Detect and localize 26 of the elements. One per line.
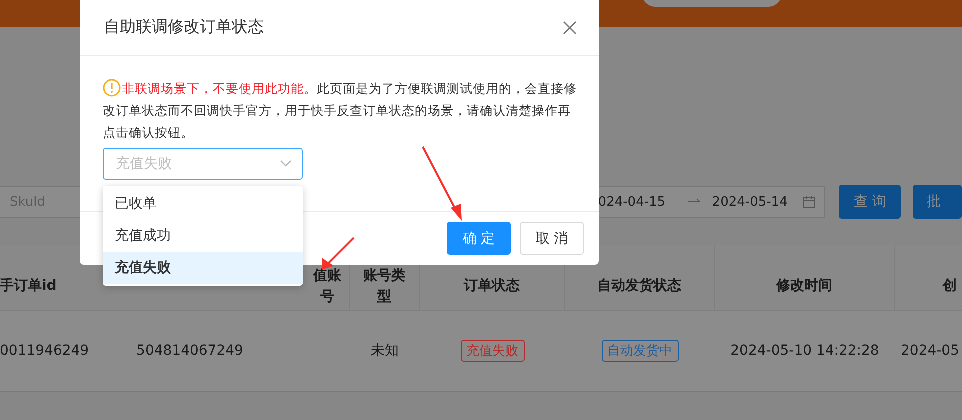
column-header: 账号类型 (362, 266, 406, 306)
column-header: 自动发货状态 (598, 277, 682, 296)
calendar-icon[interactable] (802, 195, 816, 209)
column-header: 创 (943, 277, 957, 296)
table-cell: 0011946249 (0, 343, 90, 359)
column-header: 订单状态 (464, 277, 520, 296)
warning-text: 非联调场景下，不要使用此功能。此页面是为了方便联调测试使用的，会直接修改订单状态而不回调快手官方，用于快手反查订单状态的场景，请确认清楚操作再点击确认按钮。 (103, 78, 577, 142)
cancel-button[interactable]: 取 消 (520, 222, 584, 255)
column-header: 手订单id (0, 277, 57, 296)
confirm-button[interactable]: 确 定 (447, 222, 511, 255)
dropdown-option[interactable]: 充值成功 (103, 220, 303, 252)
status-tag: 自动发货中 (602, 340, 678, 362)
table-cell: 2024-05-10 14:22:28 (730, 343, 880, 359)
table-cell: 2024-05 (901, 343, 960, 359)
close-icon[interactable] (563, 20, 577, 34)
dropdown-option[interactable]: 充值失败 (103, 252, 303, 284)
dialog-title: 自助联调修改订单状态 (104, 17, 264, 38)
annotation-arrow (322, 237, 355, 270)
column-header: 修改时间 (776, 277, 832, 296)
column-header: 值账号 (312, 266, 343, 306)
table-cell: 504814067249 (136, 343, 244, 359)
table-cell: 未知 (371, 342, 399, 360)
dropdown-option[interactable]: 已收单 (103, 188, 303, 220)
warning-icon (103, 79, 121, 97)
chevron-icon (280, 160, 292, 168)
status-tag: 充值失败 (460, 340, 524, 362)
